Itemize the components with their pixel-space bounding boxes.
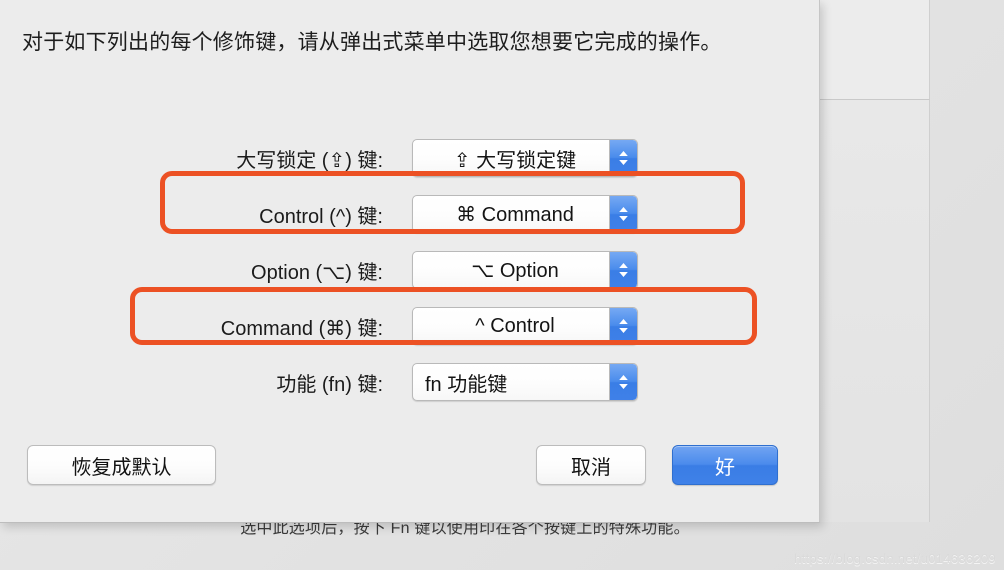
chevron-up-down-icon[interactable] (609, 308, 637, 344)
popup-value-caps-lock: ⇪ 大写锁定键 (453, 149, 577, 172)
popup-control[interactable]: ⌘ Command (412, 195, 638, 233)
row-function: 功能 (fn) 键: fn 功能键 (0, 354, 820, 410)
chevron-up-down-icon[interactable] (609, 196, 637, 232)
popup-option[interactable]: ⌥ Option (412, 251, 638, 289)
row-label-option: Option (⌥) 键: (251, 261, 383, 284)
cancel-button[interactable]: 取消 (536, 445, 646, 485)
row-label-function: 功能 (fn) 键: (276, 373, 383, 396)
popup-value-control: ⌘ Command (456, 203, 574, 226)
restore-defaults-button[interactable]: 恢复成默认 (27, 445, 216, 485)
watermark-text: https://blog.csdn.net/u014636209 (794, 551, 996, 566)
row-control: Control (^) 键: ⌘ Command (0, 186, 820, 242)
screen: 选中此选项后，按下 Fn 键以使用印在各个按键上的特殊功能。 https://b… (0, 0, 1004, 570)
row-label-command: Command (⌘) 键: (220, 317, 383, 340)
row-label-control: Control (^) 键: (259, 205, 383, 228)
modifier-rows: 大写锁定 (⇪) 键: ⇪ 大写锁定键 Control (^) 键: ⌘ Com… (0, 130, 820, 410)
row-option: Option (⌥) 键: ⌥ Option (0, 242, 820, 298)
sheet-description: 对于如下列出的每个修饰键，请从弹出式菜单中选取您想要它完成的操作。 (22, 31, 722, 54)
row-caps-lock: 大写锁定 (⇪) 键: ⇪ 大写锁定键 (0, 130, 820, 186)
popup-function[interactable]: fn 功能键 (412, 363, 638, 401)
modifier-keys-sheet: 对于如下列出的每个修饰键，请从弹出式菜单中选取您想要它完成的操作。 大写锁定 (… (0, 0, 820, 523)
popup-value-option: ⌥ Option (471, 259, 559, 282)
popup-command[interactable]: ^ Control (412, 307, 638, 345)
ok-button[interactable]: 好 (672, 445, 778, 485)
row-label-caps-lock: 大写锁定 (⇪) 键: (236, 149, 383, 172)
chevron-up-down-icon[interactable] (609, 364, 637, 400)
row-command: Command (⌘) 键: ^ Control (0, 298, 820, 354)
popup-value-function: fn 功能键 (425, 373, 508, 396)
chevron-up-down-icon[interactable] (609, 140, 637, 176)
sheet-button-bar: 恢复成默认 取消 好 (0, 442, 820, 490)
chevron-up-down-icon[interactable] (609, 252, 637, 288)
popup-caps-lock[interactable]: ⇪ 大写锁定键 (412, 139, 638, 177)
popup-value-command: ^ Control (475, 314, 555, 337)
